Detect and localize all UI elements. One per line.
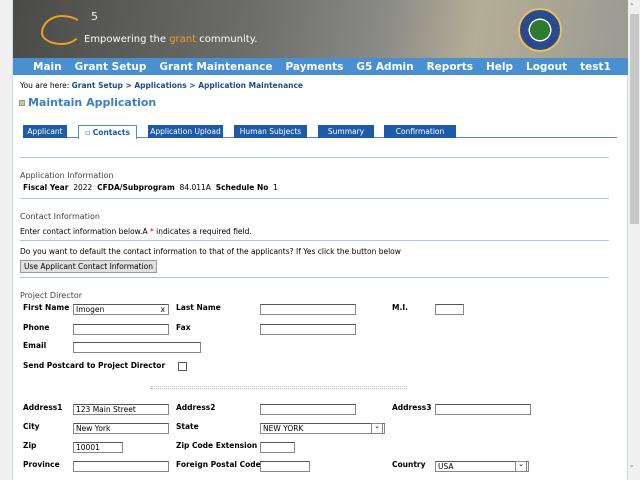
postcard-checkbox[interactable] [178, 362, 187, 371]
nav-user[interactable]: test1 [580, 61, 611, 73]
nav-payments[interactable]: Payments [286, 61, 344, 73]
fax-input[interactable] [260, 324, 356, 335]
breadcrumb-link[interactable]: Grant Setup > Applications > Application… [72, 81, 303, 90]
foreign-postal-code-input[interactable] [260, 461, 310, 472]
g5-logo-superscript: 5 [91, 10, 98, 23]
fax-label: Fax [176, 323, 191, 332]
address1-label: Address1 [23, 403, 63, 412]
divider [20, 198, 609, 199]
mi-label: M.I. [392, 303, 408, 312]
nav-help[interactable]: Help [486, 61, 513, 73]
use-applicant-contact-button[interactable]: Use Applicant Contact Information [20, 260, 157, 273]
zip-extension-input[interactable] [260, 442, 295, 453]
province-label: Province [23, 460, 60, 469]
scroll-up-icon[interactable]: ˄ [630, 3, 634, 11]
vertical-scrollbar[interactable]: ˄ ˅ [628, 0, 640, 480]
postcard-label: Send Postcard to Project Director [23, 361, 166, 370]
scrollbar-thumb[interactable] [630, 14, 639, 224]
g5-logo [41, 15, 83, 45]
address2-input[interactable] [260, 404, 356, 415]
country-label: Country [392, 460, 426, 469]
nav-main[interactable]: Main [33, 61, 62, 73]
mi-input[interactable] [435, 304, 464, 315]
tab-human-subjects[interactable]: Human Subjects [234, 125, 307, 138]
address3-input[interactable] [435, 404, 531, 415]
nav-grant-maintenance[interactable]: Grant Maintenance [159, 61, 272, 73]
divider [20, 277, 609, 278]
first-name-input[interactable]: Imogen x [73, 304, 169, 315]
last-name-label: Last Name [176, 303, 221, 312]
last-name-input[interactable] [260, 304, 356, 315]
zip-input[interactable]: 10001 [73, 442, 123, 453]
address2-label: Address2 [176, 403, 216, 412]
default-question: Do you want to default the contact infor… [20, 247, 401, 256]
state-label: State [176, 422, 199, 431]
tagline: Empowering the grant community. [84, 34, 258, 45]
nav-g5-admin[interactable]: G5 Admin [356, 61, 413, 73]
city-input[interactable]: New York [73, 423, 169, 434]
phone-input[interactable] [73, 324, 169, 335]
phone-label: Phone [23, 323, 50, 332]
country-select[interactable]: USA [435, 461, 529, 472]
tab-summary[interactable]: Summary [318, 125, 374, 138]
app-info-heading: Application Information [20, 171, 114, 180]
nav-grant-setup[interactable]: Grant Setup [75, 61, 147, 73]
main-nav: Main Grant Setup Grant Maintenance Payme… [13, 58, 629, 75]
app-info-line: Fiscal Year 2022 CFDA/Subprogram 84.011A… [23, 183, 278, 192]
tab-applicant[interactable]: Applicant [23, 125, 67, 138]
tab-contacts[interactable]: ▫ Contacts [78, 125, 137, 139]
nav-reports[interactable]: Reports [427, 61, 473, 73]
contact-heading: Contact Information [20, 212, 100, 221]
scroll-down-icon[interactable]: ˅ [630, 465, 634, 473]
tab-bar: Applicant ▫ Contacts Application Upload … [23, 125, 617, 139]
required-note: Enter contact information below.A * indi… [20, 227, 252, 236]
divider [20, 240, 609, 241]
zip-label: Zip [23, 441, 37, 450]
page: 5 Empowering the grant community. Main G… [12, 0, 629, 480]
foreign-postal-code-label: Foreign Postal Code [176, 460, 261, 469]
first-name-label: First Name [23, 303, 70, 312]
divider [20, 157, 609, 158]
project-director-heading: Project Director [20, 291, 83, 300]
state-select[interactable]: NEW YORK [260, 423, 385, 434]
email-label: Email [23, 341, 47, 350]
clear-icon[interactable]: x [161, 305, 165, 314]
header-banner: 5 Empowering the grant community. [13, 0, 629, 58]
address1-input[interactable]: 123 Main Street [73, 404, 169, 415]
breadcrumb: You are here: Grant Setup > Applications… [20, 81, 304, 90]
province-input[interactable] [73, 461, 169, 472]
department-of-education-seal [518, 8, 562, 52]
city-label: City [23, 422, 40, 431]
tab-application-upload[interactable]: Application Upload [148, 125, 223, 138]
page-title: Maintain Application [19, 96, 156, 109]
nav-logout[interactable]: Logout [526, 61, 567, 73]
zip-extension-label: Zip Code Extension [176, 441, 258, 450]
section-separator [151, 386, 407, 389]
address3-label: Address3 [392, 403, 432, 412]
tab-confirmation[interactable]: Confirmation [384, 125, 456, 138]
page-icon [19, 100, 25, 106]
email-input[interactable] [73, 342, 201, 353]
